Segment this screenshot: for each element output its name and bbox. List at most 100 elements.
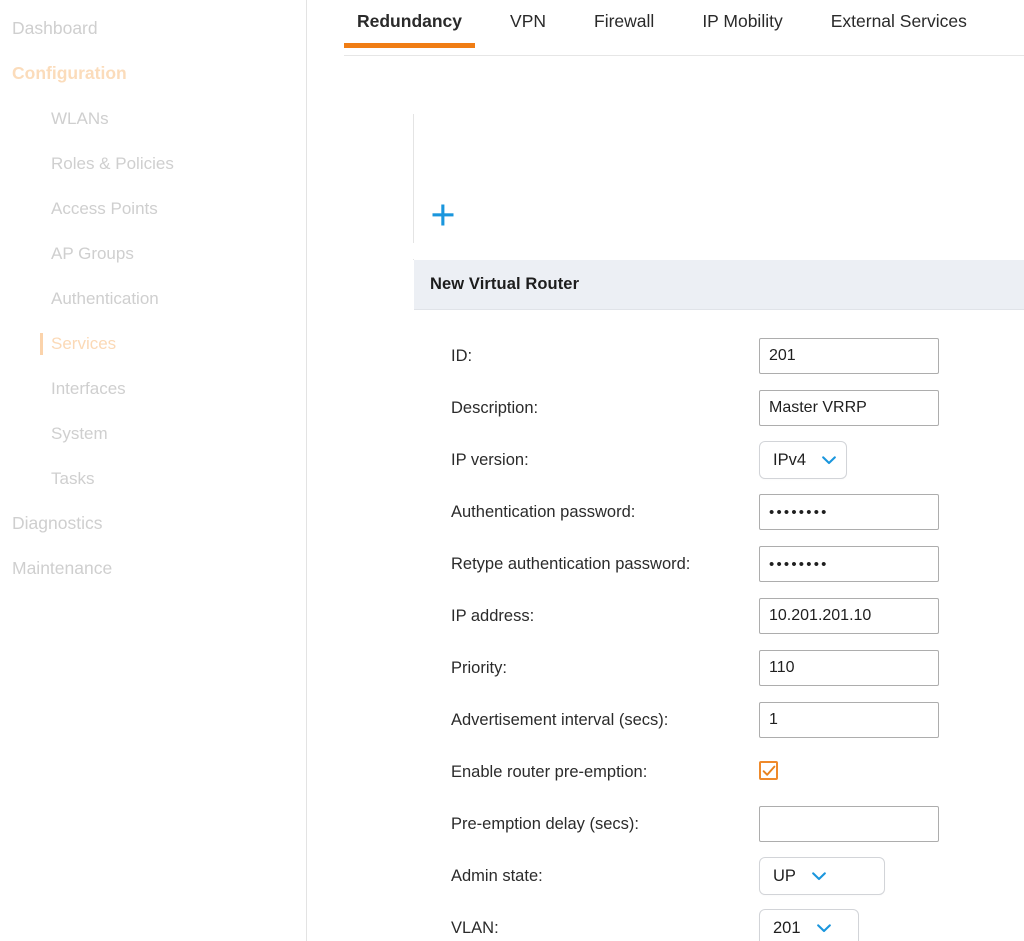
field-control-wrap	[759, 650, 939, 686]
checkbox-enable-router-pre-emption[interactable]	[759, 761, 778, 781]
form-row-authentication-password: Authentication password:	[414, 486, 1024, 538]
field-label-retype-authentication-password: Retype authentication password:	[451, 554, 691, 573]
form-row-enable-router-pre-emption: Enable router pre-emption:	[414, 746, 1024, 798]
input-authentication-password[interactable]	[759, 494, 939, 530]
sidebar-item-label: Diagnostics	[12, 513, 103, 533]
select-value: IPv4	[773, 450, 807, 469]
sidebar-item-label: WLANs	[51, 109, 109, 128]
tab-bar: Redundancy VPN Firewall IP Mobility External…	[307, 0, 1024, 56]
sidebar-item-diagnostics[interactable]: Diagnostics	[0, 501, 306, 546]
sidebar-item-label: Configuration	[12, 63, 127, 83]
form-row-id: ID:	[414, 330, 1024, 382]
sidebar-item-roles-policies[interactable]: Roles & Policies	[0, 141, 306, 186]
field-label-vlan: VLAN:	[451, 918, 499, 937]
sidebar-item-services[interactable]: Services	[0, 321, 306, 366]
new-virtual-router-panel: New Virtual Router ID: Description: IP ver…	[413, 229, 1024, 941]
sidebar-item-label: Access Points	[51, 199, 158, 218]
virtual-router-list-card	[413, 114, 1024, 243]
field-control-wrap	[759, 494, 939, 530]
tab-external-services[interactable]: External Services	[818, 0, 980, 48]
chevron-down-icon	[822, 455, 836, 464]
field-control-wrap	[759, 806, 939, 842]
sidebar-item-label: Maintenance	[12, 558, 113, 578]
input-pre-emption-delay-secs[interactable]	[759, 806, 939, 842]
form-row-advertisement-interval-secs: Advertisement interval (secs):	[414, 694, 1024, 746]
chevron-down-icon	[816, 923, 831, 932]
field-control-wrap: UP	[759, 857, 885, 895]
field-label-id: ID:	[451, 346, 473, 365]
select-vlan[interactable]: 201	[759, 909, 859, 941]
field-control-wrap	[759, 546, 939, 582]
field-label-pre-emption-delay-secs: Pre-emption delay (secs):	[451, 814, 639, 833]
form-row-retype-authentication-password: Retype authentication password:	[414, 538, 1024, 590]
app-root: Dashboard Configuration WLANs Roles & Polic…	[0, 0, 1024, 941]
sidebar-item-authentication[interactable]: Authentication	[0, 276, 306, 321]
tab-ip-mobility[interactable]: IP Mobility	[689, 0, 795, 48]
input-retype-authentication-password[interactable]	[759, 546, 939, 582]
virtual-router-form: ID: Description: IP version: IPv4 Authentica…	[414, 310, 1024, 941]
input-id[interactable]	[759, 338, 939, 374]
field-control-wrap	[759, 338, 939, 374]
tab-label: External Services	[830, 11, 967, 31]
sidebar-item-configuration[interactable]: Configuration	[0, 51, 306, 96]
chevron-down-icon	[812, 871, 826, 880]
sidebar-item-label: Tasks	[51, 469, 95, 488]
tab-redundancy[interactable]: Redundancy	[344, 0, 476, 48]
field-label-authentication-password: Authentication password:	[451, 502, 636, 521]
sidebar-item-interfaces[interactable]: Interfaces	[0, 366, 306, 411]
form-row-ip-address: IP address:	[414, 590, 1024, 642]
tab-label: Redundancy	[357, 11, 463, 31]
form-row-description: Description:	[414, 382, 1024, 434]
sidebar-item-access-points[interactable]: Access Points	[0, 186, 306, 231]
field-control-wrap	[759, 702, 939, 738]
tab-bar-divider	[344, 55, 1024, 56]
sidebar-item-maintenance[interactable]: Maintenance	[0, 546, 306, 591]
input-advertisement-interval-secs[interactable]	[759, 702, 939, 738]
main-content: Redundancy VPN Firewall IP Mobility External…	[307, 0, 1024, 941]
field-label-description: Description:	[451, 398, 539, 417]
field-control-wrap: 201	[759, 909, 859, 941]
sidebar-item-system[interactable]: System	[0, 411, 306, 456]
select-ip-version[interactable]: IPv4	[759, 441, 847, 479]
field-label-ip-version: IP version:	[451, 450, 529, 469]
sidebar-item-ap-groups[interactable]: AP Groups	[0, 231, 306, 276]
add-virtual-router-button[interactable]	[430, 202, 456, 228]
tab-firewall[interactable]: Firewall	[581, 0, 667, 48]
sidebar-item-label: Services	[51, 334, 117, 353]
plus-icon	[432, 204, 454, 226]
field-label-advertisement-interval-secs: Advertisement interval (secs):	[451, 710, 669, 729]
sidebar: Dashboard Configuration WLANs Roles & Polic…	[0, 0, 307, 941]
sidebar-item-dashboard[interactable]: Dashboard	[0, 6, 306, 51]
sidebar-item-label: Dashboard	[12, 18, 98, 38]
input-ip-address[interactable]	[759, 598, 939, 634]
sidebar-item-wlans[interactable]: WLANs	[0, 96, 306, 141]
tab-vpn[interactable]: VPN	[497, 0, 559, 48]
form-row-admin-state: Admin state: UP	[414, 850, 1024, 902]
form-row-pre-emption-delay-secs: Pre-emption delay (secs):	[414, 798, 1024, 850]
sidebar-item-label: System	[51, 424, 108, 443]
form-row-vlan: VLAN: 201	[414, 902, 1024, 941]
form-row-ip-version: IP version: IPv4	[414, 434, 1024, 486]
tab-label: Firewall	[594, 11, 655, 31]
tab-label: IP Mobility	[702, 11, 783, 31]
select-value: UP	[773, 866, 796, 885]
field-control-wrap: IPv4	[759, 441, 847, 479]
input-priority[interactable]	[759, 650, 939, 686]
field-control-wrap	[759, 390, 939, 426]
select-value: 201	[773, 918, 801, 937]
sidebar-item-label: Authentication	[51, 289, 159, 308]
field-control-wrap	[759, 598, 939, 634]
select-admin-state[interactable]: UP	[759, 857, 885, 895]
sidebar-item-tasks[interactable]: Tasks	[0, 456, 306, 501]
sidebar-item-label: Interfaces	[51, 379, 126, 398]
field-label-ip-address: IP address:	[451, 606, 535, 625]
form-row-priority: Priority:	[414, 642, 1024, 694]
field-label-priority: Priority:	[451, 658, 507, 677]
input-description[interactable]	[759, 390, 939, 426]
panel-title: New Virtual Router	[430, 275, 580, 293]
sidebar-item-label: Roles & Policies	[51, 154, 174, 173]
field-control-wrap	[759, 761, 778, 783]
panel-header: New Virtual Router	[414, 260, 1024, 310]
sidebar-item-label: AP Groups	[51, 244, 134, 263]
tab-label: VPN	[510, 11, 547, 31]
